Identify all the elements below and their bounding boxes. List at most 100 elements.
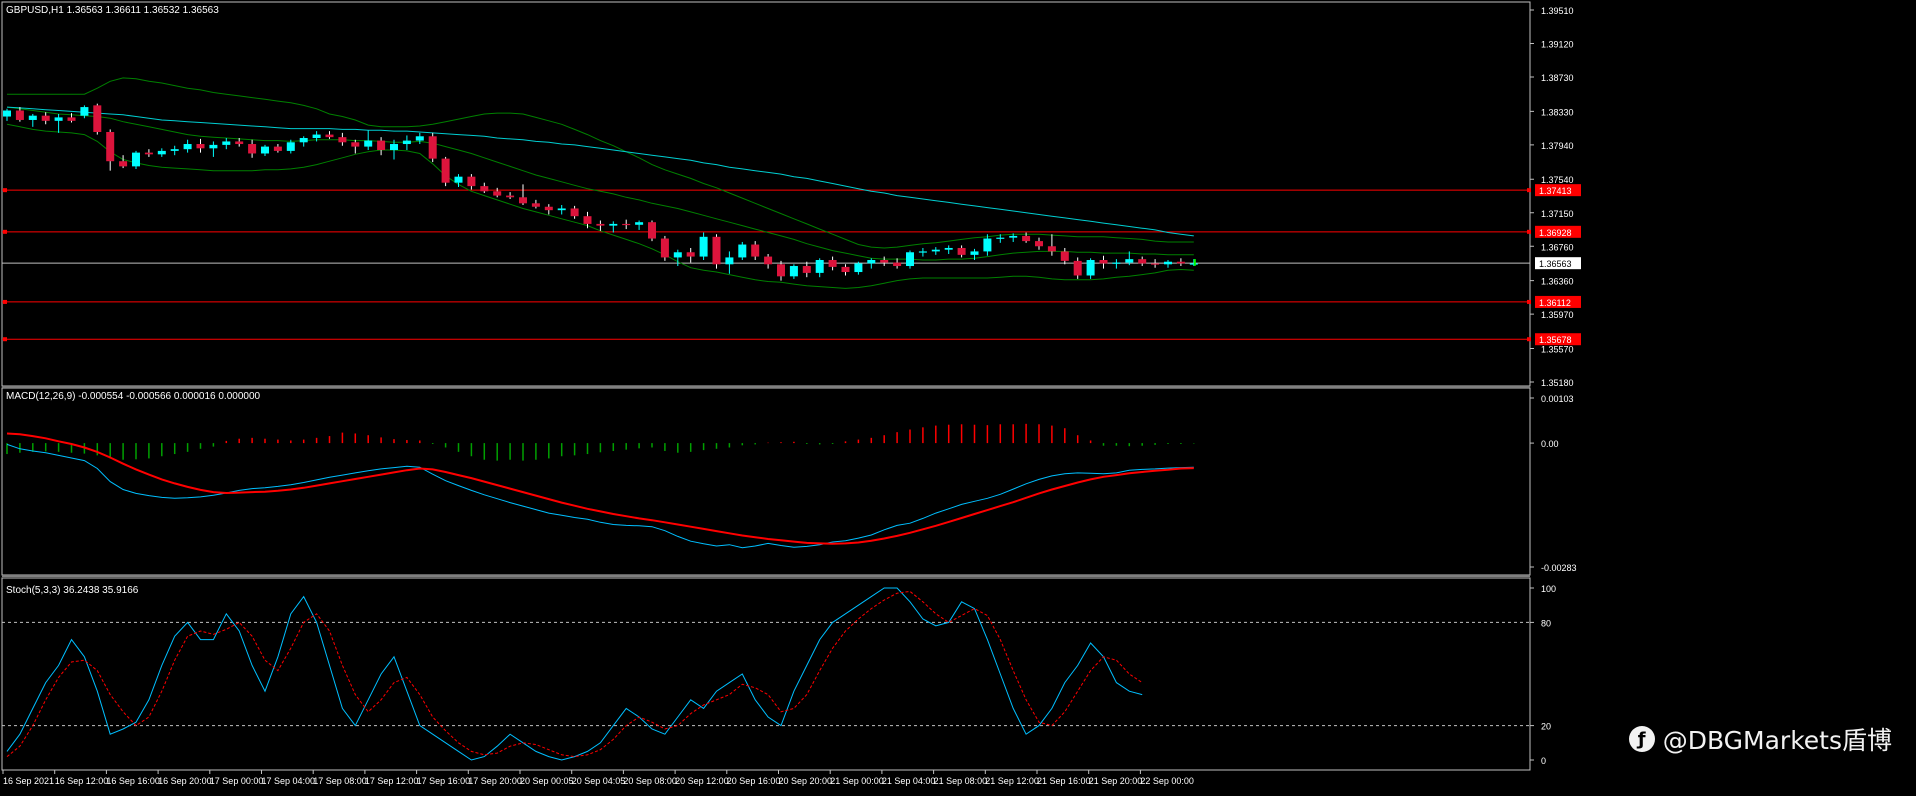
time-tick-label: 21 Sep 12:00 — [985, 776, 1039, 786]
candle-body — [377, 140, 386, 151]
candle — [441, 156, 450, 187]
candle-body — [570, 208, 579, 217]
candle-body — [183, 144, 192, 150]
candle-body — [428, 136, 437, 159]
time-tick-label: 17 Sep 16:00 — [417, 776, 471, 786]
candle-body — [789, 266, 798, 277]
candle-body — [338, 137, 347, 143]
candle-body — [222, 141, 231, 145]
candle-body — [390, 144, 398, 151]
candle-body — [828, 260, 837, 267]
stoch-panel-header: Stoch(5,3,3) 36.2438 35.9166 — [6, 585, 139, 596]
candle-body — [648, 222, 656, 239]
time-tick-label: 16 Sep 20:00 — [158, 776, 212, 786]
candle-body — [1047, 246, 1056, 252]
candle-body — [699, 236, 708, 257]
candle — [712, 234, 721, 269]
price-tick-label: 1.37540 — [1541, 175, 1574, 185]
level-handle — [3, 337, 7, 342]
time-tick-label: 21 Sep 00:00 — [830, 776, 884, 786]
macd-tick-label: 0.00 — [1541, 439, 1559, 449]
candle-body — [235, 141, 244, 145]
candle-body — [261, 146, 269, 154]
time-tick-label: 20 Sep 08:00 — [623, 776, 677, 786]
chart-canvas[interactable]: 1.39510 1.39120 1.38730 1.38330 1.37940 1.375… — [0, 0, 1916, 791]
weibo-logo-icon: ƒ — [1628, 726, 1655, 752]
candle-body — [41, 115, 50, 121]
time-tick-label: 21 Sep 08:00 — [934, 776, 988, 786]
candle-body — [209, 144, 218, 149]
candle-body — [880, 260, 889, 263]
candle-body — [106, 131, 115, 162]
candle — [132, 150, 140, 169]
time-tick-label: 16 Sep 2021 — [3, 776, 54, 786]
candle-body — [480, 186, 489, 192]
time-tick-label: 20 Sep 04:05 — [572, 776, 626, 786]
candle-body — [1086, 260, 1095, 276]
candle-body — [351, 142, 360, 147]
stoch-tick-label: 80 — [1541, 618, 1551, 628]
candle-body — [738, 244, 747, 258]
candle-body — [170, 149, 179, 151]
candle-body — [415, 136, 424, 141]
candle-body — [157, 150, 166, 155]
time-tick-label: 20 Sep 00:05 — [520, 776, 574, 786]
candle-body — [286, 142, 295, 151]
candle-body — [299, 138, 308, 143]
candle-body — [15, 110, 24, 120]
candle-body — [1151, 263, 1160, 265]
price-tag-label: 1.36928 — [1539, 228, 1572, 238]
candle-body — [493, 191, 502, 196]
candle-body — [531, 203, 540, 207]
level-handle — [1527, 337, 1531, 342]
candle-body — [80, 107, 89, 116]
stoch-tick-label: 0 — [1541, 756, 1546, 766]
candle-body — [764, 256, 773, 265]
main-panel-header: GBPUSD,H1 1.36563 1.36611 1.36532 1.3656… — [6, 5, 219, 16]
watermark: ƒ @DBGMarkets盾博 — [1628, 721, 1892, 757]
level-handle — [1527, 229, 1531, 234]
time-tick-label: 20 Sep 20:00 — [779, 776, 833, 786]
price-tick-label: 1.38330 — [1541, 107, 1574, 117]
time-tick-label: 20 Sep 12:00 — [675, 776, 729, 786]
chart-window[interactable]: 1.39510 1.39120 1.38730 1.38330 1.37940 1.375… — [0, 0, 1916, 791]
candle-body — [364, 140, 373, 147]
price-tick-label: 1.38730 — [1541, 73, 1574, 83]
candle-body — [144, 152, 153, 155]
candle-body — [596, 223, 605, 226]
candle-body — [893, 262, 902, 267]
candle-body — [1164, 261, 1172, 265]
candle — [93, 103, 102, 135]
price-tick-label: 1.36360 — [1541, 277, 1574, 287]
candle-body — [802, 266, 811, 273]
candle-body — [1138, 259, 1147, 264]
level-handle — [1527, 188, 1531, 193]
price-tick-label: 1.35970 — [1541, 310, 1574, 320]
candle-body — [777, 264, 785, 277]
level-handle — [3, 188, 7, 193]
candle-body — [854, 263, 863, 273]
candle-body — [867, 260, 876, 264]
candle-body — [725, 257, 734, 265]
candle — [660, 235, 669, 261]
time-tick-label: 16 Sep 12:00 — [55, 776, 109, 786]
candle — [738, 241, 747, 261]
candle-body — [983, 238, 992, 252]
macd-panel-header: MACD(12,26,9) -0.000554 -0.000566 0.0000… — [6, 391, 261, 402]
candle-body — [273, 146, 282, 151]
price-tick-label: 1.39120 — [1541, 40, 1574, 50]
candle-body — [132, 152, 140, 167]
candle-body — [1073, 260, 1082, 276]
candle-body — [918, 251, 927, 253]
level-handle — [1527, 299, 1531, 304]
candle — [428, 132, 437, 163]
candle-body — [635, 222, 644, 225]
time-tick-label: 17 Sep 00:00 — [210, 776, 264, 786]
candle-body — [544, 206, 553, 211]
candle-body — [312, 134, 321, 139]
candle-body — [686, 252, 695, 257]
candle-body — [1022, 235, 1031, 242]
candle-body — [609, 223, 618, 226]
candle-body — [557, 208, 566, 211]
stoch-tick-label: 100 — [1541, 584, 1556, 594]
